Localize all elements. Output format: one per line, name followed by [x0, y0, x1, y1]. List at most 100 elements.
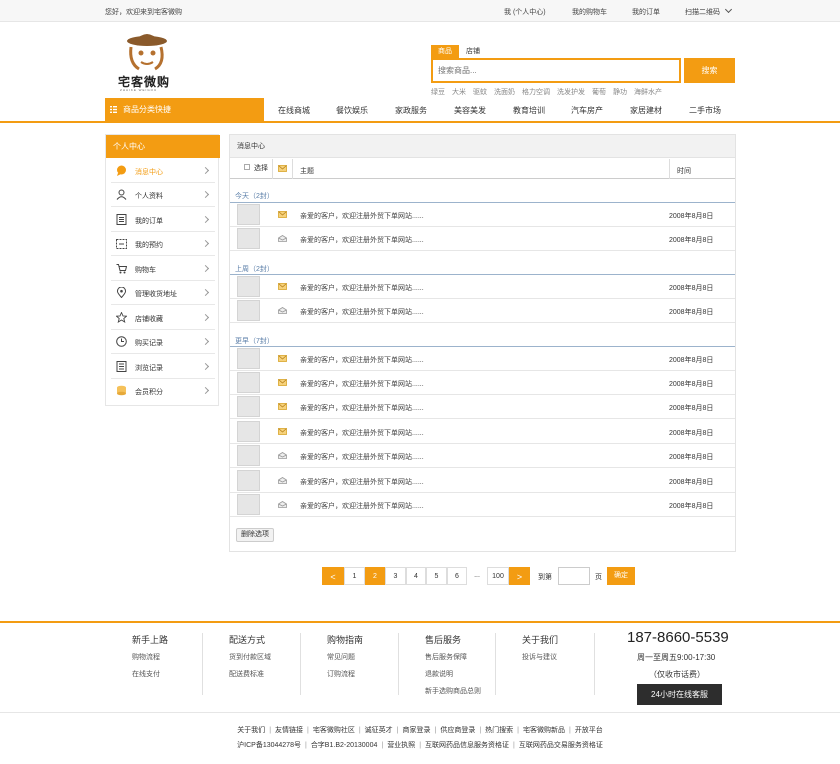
- message-row[interactable]: 亲爱的客户，欢迎注册外贸下单网站...... 2008年8月8日: [230, 493, 735, 517]
- sidebar-item-favorites[interactable]: 店铺收藏: [106, 306, 220, 330]
- sidebar-item-profile[interactable]: 个人资料: [106, 183, 220, 207]
- footer-bottom-link[interactable]: 商家登录: [403, 727, 431, 734]
- footer-column-title: 新手上路: [132, 635, 169, 645]
- pager-page[interactable]: 100: [487, 567, 509, 585]
- topbar-link-cart[interactable]: 我的购物车: [572, 7, 607, 17]
- footer-bottom-link[interactable]: 宅客微购社区: [313, 727, 355, 734]
- footer-license[interactable]: 沪ICP备13044278号: [237, 742, 301, 749]
- footer-bottom-link[interactable]: 关于我们: [237, 727, 265, 734]
- search-tab-products[interactable]: 商品: [431, 45, 459, 58]
- message-row[interactable]: 亲爱的客户，欢迎注册外贸下单网站...... 2008年8月8日: [230, 371, 735, 395]
- footer-link[interactable]: 订购流程: [327, 669, 363, 679]
- nav-item-education[interactable]: 教育培训: [513, 105, 545, 116]
- nav-item-mall[interactable]: 在线商城: [278, 105, 310, 116]
- footer-license[interactable]: 互联网药品交易服务资格证: [519, 742, 603, 749]
- sidebar-item-cart[interactable]: 购物车: [106, 257, 220, 281]
- message-subject[interactable]: 亲爱的客户，欢迎注册外贸下单网站......: [300, 379, 424, 389]
- pager-next-button[interactable]: >: [509, 567, 530, 585]
- hot-keyword[interactable]: 静功: [613, 89, 627, 96]
- hot-keyword[interactable]: 大米: [452, 89, 466, 96]
- pager-page[interactable]: 4: [406, 567, 426, 585]
- nav-item-secondhand[interactable]: 二手市场: [689, 105, 721, 116]
- footer-link[interactable]: 购物流程: [132, 652, 168, 662]
- sidebar-item-appointments[interactable]: 我的预约: [106, 232, 220, 256]
- footer-column: 配送方式 货到付款区域 配送费标准: [229, 633, 271, 686]
- select-all-checkbox[interactable]: [244, 164, 250, 170]
- message-subject[interactable]: 亲爱的客户，欢迎注册外贸下单网站......: [300, 403, 424, 413]
- footer-license[interactable]: 互联网药品信息服务资格证: [425, 742, 509, 749]
- search-input[interactable]: [433, 60, 679, 81]
- envelope-unread-icon: [278, 379, 287, 386]
- footer-link[interactable]: 常见问题: [327, 652, 363, 662]
- message-row[interactable]: 亲爱的客户，欢迎注册外贸下单网站...... 2008年8月8日: [230, 444, 735, 468]
- footer-bottom-link[interactable]: 宅客微购新品: [523, 727, 565, 734]
- topbar-link-qrcode[interactable]: 扫描二维码: [685, 5, 733, 17]
- pager-page[interactable]: 1: [344, 567, 365, 585]
- nav-item-housekeeping[interactable]: 家政服务: [395, 105, 427, 116]
- hot-keyword[interactable]: 驱蚊: [473, 89, 487, 96]
- message-row[interactable]: 亲爱的客户，欢迎注册外贸下单网站...... 2008年8月8日: [230, 347, 735, 371]
- footer-bottom-link[interactable]: 热门搜索: [485, 727, 513, 734]
- search-button[interactable]: 搜索: [684, 58, 735, 83]
- footer-bottom-link[interactable]: 供应商登录: [440, 727, 475, 734]
- message-subject[interactable]: 亲爱的客户，欢迎注册外贸下单网站......: [300, 428, 424, 438]
- sidebar-item-purchases[interactable]: 购买记录: [106, 330, 220, 354]
- message-subject[interactable]: 亲爱的客户，欢迎注册外贸下单网站......: [300, 501, 424, 511]
- message-row[interactable]: 亲爱的客户，欢迎注册外贸下单网站...... 2008年8月8日: [230, 469, 735, 493]
- footer-link[interactable]: 退款说明: [425, 669, 481, 679]
- footer-bottom-link[interactable]: 诚征英才: [365, 727, 393, 734]
- nav-item-auto-realty[interactable]: 汽车房产: [571, 105, 603, 116]
- message-subject[interactable]: 亲爱的客户，欢迎注册外贸下单网站......: [300, 477, 424, 487]
- footer-bottom-link[interactable]: 友情链接: [275, 727, 303, 734]
- hot-keyword[interactable]: 洗面奶: [494, 89, 515, 96]
- sidebar-item-history[interactable]: 浏览记录: [106, 355, 220, 379]
- message-subject[interactable]: 亲爱的客户，欢迎注册外贸下单网站......: [300, 211, 424, 221]
- pager-prev-button[interactable]: <: [322, 567, 344, 585]
- topbar-link-profile[interactable]: 我 (个人中心): [504, 7, 546, 17]
- message-row[interactable]: 亲爱的客户，欢迎注册外贸下单网站...... 2008年8月8日: [230, 203, 735, 227]
- search-tab-shops[interactable]: 店铺: [463, 45, 483, 58]
- hot-keyword[interactable]: 洗发护发: [557, 89, 585, 96]
- message-subject[interactable]: 亲爱的客户，欢迎注册外贸下单网站......: [300, 452, 424, 462]
- sidebar-item-points[interactable]: 会员积分: [106, 379, 220, 403]
- pager-confirm-button[interactable]: 确定: [607, 567, 635, 585]
- message-row[interactable]: 亲爱的客户，欢迎注册外贸下单网站...... 2008年8月8日: [230, 395, 735, 419]
- delete-selected-button[interactable]: 删除选项: [236, 528, 274, 542]
- footer-link[interactable]: 新手选购商品总则: [425, 686, 481, 696]
- hot-keyword[interactable]: 海鲜水产: [634, 89, 662, 96]
- envelope-read-icon: [278, 235, 287, 242]
- message-subject[interactable]: 亲爱的客户，欢迎注册外贸下单网站......: [300, 235, 424, 245]
- footer-bottom-link[interactable]: 开放平台: [575, 727, 603, 734]
- sidebar-item-messages[interactable]: 消息中心: [106, 159, 220, 183]
- message-subject[interactable]: 亲爱的客户，欢迎注册外贸下单网站......: [300, 307, 424, 317]
- pager-page[interactable]: 3: [385, 567, 406, 585]
- message-row[interactable]: 亲爱的客户，欢迎注册外贸下单网站...... 2008年8月8日: [230, 420, 735, 444]
- category-menu-button[interactable]: 商品分类快捷: [105, 98, 264, 122]
- footer-link[interactable]: 配送费标准: [229, 669, 271, 679]
- nav-item-beauty[interactable]: 美容美发: [454, 105, 486, 116]
- footer-link[interactable]: 货到付款区域: [229, 652, 271, 662]
- pager-page[interactable]: 6: [447, 567, 467, 585]
- footer-link[interactable]: 投诉与建议: [522, 652, 558, 662]
- message-subject[interactable]: 亲爱的客户，欢迎注册外贸下单网站......: [300, 283, 424, 293]
- pager-page[interactable]: 5: [426, 567, 447, 585]
- footer-license[interactable]: 合字B1.B2-20130004: [311, 742, 378, 749]
- online-service-button[interactable]: 24小时在线客服: [637, 684, 722, 705]
- pager-page-current[interactable]: 2: [365, 567, 385, 585]
- pager-goto-input[interactable]: [558, 567, 590, 585]
- topbar-link-orders[interactable]: 我的订单: [632, 7, 660, 17]
- sidebar-item-addresses[interactable]: 管理收货地址: [106, 281, 220, 305]
- sidebar-item-orders[interactable]: 我的订单: [106, 208, 220, 232]
- footer-link[interactable]: 在线支付: [132, 669, 168, 679]
- footer-link[interactable]: 售后服务保障: [425, 652, 481, 662]
- hot-keyword[interactable]: 葡萄: [592, 89, 606, 96]
- footer-license[interactable]: 营业执照: [387, 742, 415, 749]
- nav-item-dining[interactable]: 餐饮娱乐: [336, 105, 368, 116]
- message-row[interactable]: 亲爱的客户，欢迎注册外贸下单网站...... 2008年8月8日: [230, 299, 735, 323]
- message-row[interactable]: 亲爱的客户，欢迎注册外贸下单网站...... 2008年8月8日: [230, 227, 735, 251]
- message-subject[interactable]: 亲爱的客户，欢迎注册外贸下单网站......: [300, 355, 424, 365]
- nav-item-home[interactable]: 家居建材: [630, 105, 662, 116]
- message-row[interactable]: 亲爱的客户，欢迎注册外贸下单网站...... 2008年8月8日: [230, 275, 735, 299]
- hot-keyword[interactable]: 绿豆: [431, 89, 445, 96]
- hot-keyword[interactable]: 格力空调: [522, 89, 550, 96]
